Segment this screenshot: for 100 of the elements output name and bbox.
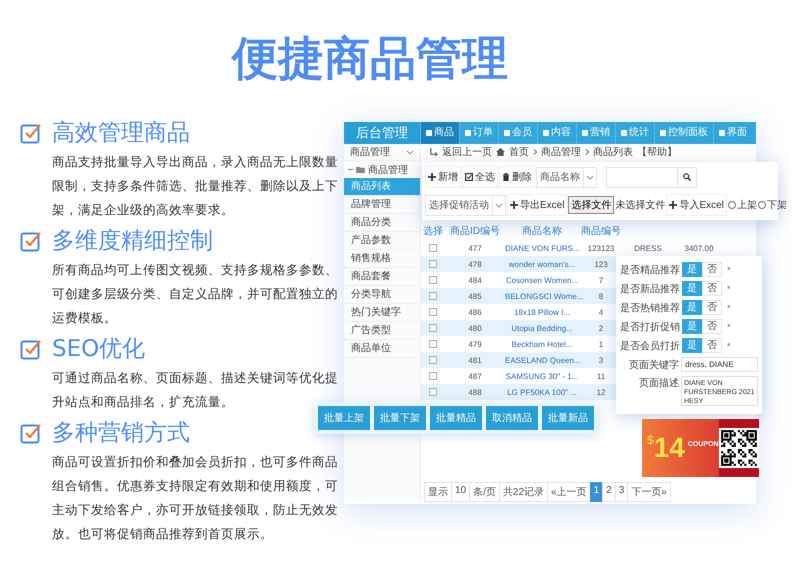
- square-icon: [660, 130, 666, 136]
- row-checkbox[interactable]: [429, 260, 437, 268]
- square-icon: [504, 130, 510, 136]
- nav-tab[interactable]: 商品: [420, 122, 459, 144]
- feature-description: 商品可设置折扣价和叠加会员折扣，也可多件商品组合销售。优惠券支持限定有效期和使用额度，可主动下发给客户，亦可开放链接领取，防止无效发放。也可将促销商品推荐到首页展示。: [52, 453, 339, 543]
- sidebar-item[interactable]: 商品分类: [344, 214, 420, 232]
- square-icon: [621, 130, 627, 136]
- table-cell: 3407.00: [684, 244, 714, 252]
- help-link[interactable]: 【帮助】: [637, 145, 677, 159]
- minus-icon: [348, 169, 353, 170]
- checkbox-tick-icon: [20, 338, 42, 360]
- required-mark: *: [727, 340, 731, 350]
- feature-title: 多种营销方式: [52, 419, 190, 448]
- promotion-select[interactable]: 选择促销活动: [425, 194, 506, 216]
- product-name-link[interactable]: Beckham Hotel...: [512, 340, 572, 348]
- radio-option[interactable]: 下架: [758, 198, 787, 212]
- toolbar-button[interactable]: 新增: [425, 166, 461, 188]
- sidebar-item[interactable]: 品牌管理: [344, 196, 420, 214]
- file-status: 未选择文件: [615, 198, 666, 212]
- column-header: 商品编号: [581, 226, 621, 237]
- back-arrow-icon: [429, 148, 438, 156]
- column-header: 商品名称: [522, 226, 562, 237]
- search-icon: [683, 173, 691, 181]
- feature-description: 所有商品均可上传图文视频、支持多规格多参数、可创建多层级分类、自定义品牌，并可配置独立的运费模板。: [52, 261, 339, 327]
- table-cell: 1: [598, 340, 604, 348]
- table-cell: 488: [468, 388, 482, 396]
- row-checkbox[interactable]: [429, 308, 437, 316]
- table-cell: 485: [468, 292, 482, 300]
- sidebar-item[interactable]: 商品套餐: [344, 268, 420, 286]
- checkbox-tick-icon: [20, 122, 42, 144]
- breadcrumb-link[interactable]: 商品列表: [593, 145, 633, 159]
- sidebar-item[interactable]: 销售规格: [344, 250, 420, 268]
- row-checkbox[interactable]: [429, 388, 437, 396]
- field-select[interactable]: 商品名称: [536, 166, 597, 188]
- row-checkbox[interactable]: [429, 340, 437, 348]
- table-cell: 7: [598, 276, 604, 284]
- table-cell: 123: [594, 260, 608, 268]
- setting-label: 是否热销推荐: [620, 302, 681, 314]
- table-cell: 478: [468, 260, 482, 268]
- feature-description: 商品支持批量导入导出商品，录入商品无上限数量限制，支持多条件筛选、批量推荐、删除以及上下架，满足企业级的高效率要求。: [52, 153, 339, 219]
- export-button[interactable]: 导出Excel: [507, 194, 568, 216]
- table-cell: 2: [598, 324, 604, 332]
- back-link[interactable]: 返回上一页: [442, 145, 492, 159]
- plus-icon: [669, 201, 678, 209]
- sidebar-item[interactable]: 产品参数: [344, 232, 420, 250]
- coupon-amount: 14: [654, 432, 685, 464]
- table-cell: 481: [468, 356, 482, 364]
- table-cell: 486: [468, 308, 482, 316]
- toggle-option[interactable]: 否: [702, 262, 722, 277]
- page-button[interactable]: 3: [614, 482, 628, 502]
- sidebar-folder[interactable]: 商品管理: [344, 161, 420, 178]
- setting-label: 是否打折促销: [620, 320, 681, 334]
- product-name-link[interactable]: SAMSUNG 30" - 1...: [506, 372, 578, 380]
- row-checkbox[interactable]: [429, 324, 437, 332]
- choose-file-button[interactable]: 选择文件: [568, 196, 614, 214]
- square-icon: [582, 130, 588, 136]
- chevron-icon: [406, 150, 414, 154]
- product-name-link[interactable]: 18x18 Pillow I...: [514, 308, 570, 316]
- breadcrumb-link[interactable]: 商品管理: [541, 145, 581, 159]
- toggle-option[interactable]: 否: [702, 300, 722, 315]
- sidebar-header[interactable]: 商品管理: [344, 144, 420, 161]
- column-header: 选择: [423, 226, 443, 237]
- sidebar-item[interactable]: 广告类型: [344, 322, 420, 340]
- square-icon: [426, 130, 432, 136]
- toolbar-button[interactable]: 删除: [499, 166, 535, 188]
- page-size-select[interactable]: 10: [451, 482, 470, 502]
- checkbox-tick-icon: [20, 230, 42, 252]
- row-checkbox[interactable]: [429, 244, 437, 252]
- toolbar-button[interactable]: 全选: [462, 166, 498, 188]
- import-button[interactable]: 导入Excel: [666, 194, 727, 216]
- table-cell: 484: [468, 276, 482, 284]
- product-name-link[interactable]: DIANE VON FURS...: [505, 244, 580, 252]
- sidebar-item[interactable]: 商品单位: [344, 340, 420, 358]
- feature-title: 多维度精细控制: [52, 227, 213, 256]
- row-checkbox[interactable]: [429, 372, 437, 380]
- feature-title: SEO优化: [52, 335, 146, 364]
- toggle-option[interactable]: 否: [702, 319, 722, 334]
- next-page-button[interactable]: 下一页»: [627, 482, 671, 502]
- plus-icon: [428, 173, 436, 181]
- radio-option[interactable]: 上架: [728, 198, 757, 212]
- headline: 便捷商品管理: [230, 30, 509, 87]
- chevron-right-icon: [533, 149, 537, 155]
- search-button[interactable]: [677, 166, 697, 188]
- toggle-option[interactable]: 否: [702, 338, 722, 353]
- toggle-option[interactable]: 否: [702, 281, 722, 296]
- table-cell: 487: [468, 372, 482, 380]
- page-button[interactable]: 2: [602, 482, 616, 502]
- table-cell: 3: [598, 356, 604, 364]
- trash-icon: [502, 173, 510, 181]
- plus-icon: [510, 201, 518, 209]
- row-checkbox[interactable]: [429, 356, 437, 364]
- table-cell: 12: [596, 388, 606, 396]
- product-name-link[interactable]: BELONGSCI Wome...: [505, 292, 584, 300]
- product-name-link[interactable]: Cosonsen Women...: [506, 276, 578, 284]
- breadcrumb-link[interactable]: 首页: [509, 145, 529, 159]
- sidebar-item[interactable]: 热门关键字: [344, 304, 420, 322]
- keywords-field[interactable]: dress, DIANE: [681, 357, 758, 372]
- row-checkbox[interactable]: [429, 292, 437, 300]
- sidebar-item[interactable]: 分类导航: [344, 286, 420, 304]
- row-checkbox[interactable]: [429, 276, 437, 284]
